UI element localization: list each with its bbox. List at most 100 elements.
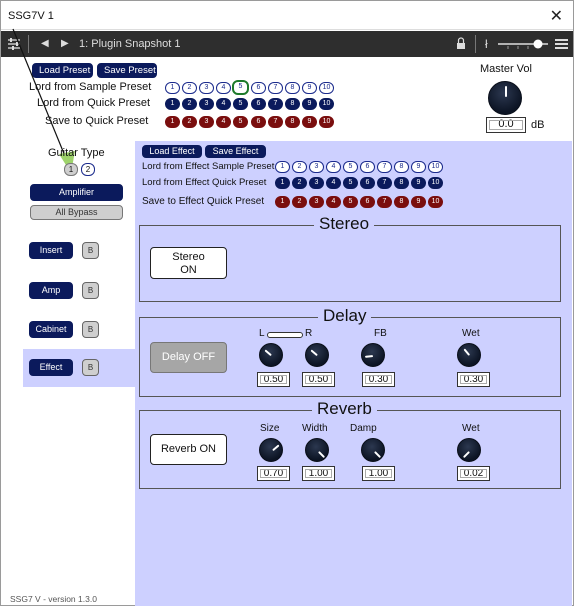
- save-quick-5[interactable]: 5: [233, 116, 248, 128]
- save-quick-10[interactable]: 10: [319, 116, 334, 128]
- sample-preset-10[interactable]: 10: [319, 82, 334, 94]
- effect-sample-3[interactable]: 3: [309, 161, 324, 173]
- quick-preset-4[interactable]: 4: [216, 98, 231, 110]
- delay-l-knob[interactable]: [259, 343, 283, 367]
- effect-quick-3[interactable]: 3: [309, 177, 324, 189]
- quick-preset-2[interactable]: 2: [182, 98, 197, 110]
- effect-save-2[interactable]: 2: [292, 196, 307, 208]
- save-quick-2[interactable]: 2: [182, 116, 197, 128]
- effect-save-8[interactable]: 8: [394, 196, 409, 208]
- close-icon[interactable]: ✕: [550, 6, 563, 26]
- delay-fb-knob[interactable]: [361, 343, 385, 367]
- sample-preset-1[interactable]: 1: [165, 82, 180, 94]
- effect-save-3[interactable]: 3: [309, 196, 324, 208]
- amplifier-button[interactable]: Amplifier: [30, 184, 123, 201]
- effect-sample-10[interactable]: 10: [428, 161, 443, 173]
- all-bypass-button[interactable]: All Bypass: [30, 205, 123, 220]
- delay-r-knob[interactable]: [305, 343, 329, 367]
- effect-save-9[interactable]: 9: [411, 196, 426, 208]
- effect-quick-10[interactable]: 10: [428, 177, 443, 189]
- cabinet-button[interactable]: Cabinet: [29, 321, 73, 338]
- guitar-type-1[interactable]: 1: [64, 163, 78, 176]
- save-quick-8[interactable]: 8: [285, 116, 300, 128]
- stereo-button[interactable]: Stereo ON: [150, 247, 227, 279]
- effect-sample-4[interactable]: 4: [326, 161, 341, 173]
- effect-sample-5[interactable]: 5: [343, 161, 358, 173]
- menu-icon[interactable]: [555, 31, 569, 57]
- reverb-wet-knob[interactable]: [457, 438, 481, 462]
- quick-preset-3[interactable]: 3: [199, 98, 214, 110]
- sample-preset-3[interactable]: 3: [199, 82, 214, 94]
- effect-save-10[interactable]: 10: [428, 196, 443, 208]
- reverb-width-value[interactable]: 1.00: [302, 466, 335, 481]
- guitar-type-2[interactable]: 2: [81, 163, 95, 176]
- master-vol-knob[interactable]: [488, 81, 522, 115]
- effect-save-4[interactable]: 4: [326, 196, 341, 208]
- reverb-size-value[interactable]: 0.70: [257, 466, 290, 481]
- quick-preset-10[interactable]: 10: [319, 98, 334, 110]
- effect-sample-6[interactable]: 6: [360, 161, 375, 173]
- delay-l-value[interactable]: 0.50: [257, 372, 290, 387]
- effect-save-6[interactable]: 6: [360, 196, 375, 208]
- effect-quick-8[interactable]: 8: [394, 177, 409, 189]
- effect-save-1[interactable]: 1: [275, 196, 290, 208]
- save-quick-1[interactable]: 1: [165, 116, 180, 128]
- save-quick-7[interactable]: 7: [268, 116, 283, 128]
- delay-button[interactable]: Delay OFF: [150, 342, 227, 373]
- effect-sample-8[interactable]: 8: [394, 161, 409, 173]
- reverb-wet-value[interactable]: 0.02: [457, 466, 490, 481]
- effect-sample-1[interactable]: 1: [275, 161, 290, 173]
- save-quick-6[interactable]: 6: [251, 116, 266, 128]
- master-vol-value[interactable]: 0.0: [486, 117, 526, 133]
- delay-lr-link-toggle[interactable]: [267, 332, 303, 338]
- quick-preset-1[interactable]: 1: [165, 98, 180, 110]
- save-quick-4[interactable]: 4: [216, 116, 231, 128]
- insert-bypass-button[interactable]: B: [82, 242, 99, 259]
- amp-button[interactable]: Amp: [29, 282, 73, 299]
- reverb-damp-value[interactable]: 1.00: [362, 466, 395, 481]
- save-quick-9[interactable]: 9: [302, 116, 317, 128]
- effect-save-7[interactable]: 7: [377, 196, 392, 208]
- effect-sample-7[interactable]: 7: [377, 161, 392, 173]
- sample-preset-5[interactable]: 5: [232, 80, 249, 95]
- quick-preset-7[interactable]: 7: [268, 98, 283, 110]
- effect-sample-9[interactable]: 9: [411, 161, 426, 173]
- delay-r-value[interactable]: 0.50: [302, 372, 335, 387]
- delay-fb-value[interactable]: 0.30: [362, 372, 395, 387]
- sample-preset-8[interactable]: 8: [285, 82, 300, 94]
- reverb-damp-knob[interactable]: [361, 438, 385, 462]
- effect-quick-1[interactable]: 1: [275, 177, 290, 189]
- effect-quick-5[interactable]: 5: [343, 177, 358, 189]
- quick-preset-8[interactable]: 8: [285, 98, 300, 110]
- quick-preset-5[interactable]: 5: [233, 98, 248, 110]
- effect-quick-6[interactable]: 6: [360, 177, 375, 189]
- sample-preset-2[interactable]: 2: [182, 82, 197, 94]
- sample-preset-9[interactable]: 9: [302, 82, 317, 94]
- effect-quick-4[interactable]: 4: [326, 177, 341, 189]
- reverb-size-knob[interactable]: [259, 438, 283, 462]
- save-quick-3[interactable]: 3: [199, 116, 214, 128]
- quick-preset-6[interactable]: 6: [251, 98, 266, 110]
- effect-save-5[interactable]: 5: [343, 196, 358, 208]
- effect-bypass-button[interactable]: B: [82, 359, 99, 376]
- reverb-width-knob[interactable]: [305, 438, 329, 462]
- insert-button[interactable]: Insert: [29, 242, 73, 259]
- effect-button[interactable]: Effect: [29, 359, 73, 376]
- effect-sample-2[interactable]: 2: [292, 161, 307, 173]
- host-volume-slider[interactable]: [498, 31, 550, 57]
- load-effect-button[interactable]: Load Effect: [142, 145, 202, 158]
- save-effect-button[interactable]: Save Effect: [205, 145, 266, 158]
- pin-icon[interactable]: ł: [485, 31, 488, 57]
- sample-preset-6[interactable]: 6: [251, 82, 266, 94]
- effect-quick-7[interactable]: 7: [377, 177, 392, 189]
- cabinet-bypass-button[interactable]: B: [82, 321, 99, 338]
- delay-wet-knob[interactable]: [457, 343, 481, 367]
- effect-quick-2[interactable]: 2: [292, 177, 307, 189]
- amp-bypass-button[interactable]: B: [82, 282, 99, 299]
- reverb-button[interactable]: Reverb ON: [150, 434, 227, 465]
- delay-wet-value[interactable]: 0.30: [457, 372, 490, 387]
- sample-preset-7[interactable]: 7: [268, 82, 283, 94]
- quick-preset-9[interactable]: 9: [302, 98, 317, 110]
- lock-icon[interactable]: [456, 31, 468, 57]
- effect-quick-9[interactable]: 9: [411, 177, 426, 189]
